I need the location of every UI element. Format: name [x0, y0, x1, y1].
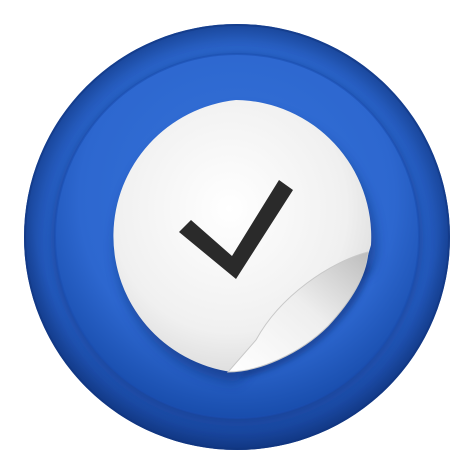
checkmark-sticker-icon [24, 24, 450, 450]
app-icon [0, 0, 474, 474]
